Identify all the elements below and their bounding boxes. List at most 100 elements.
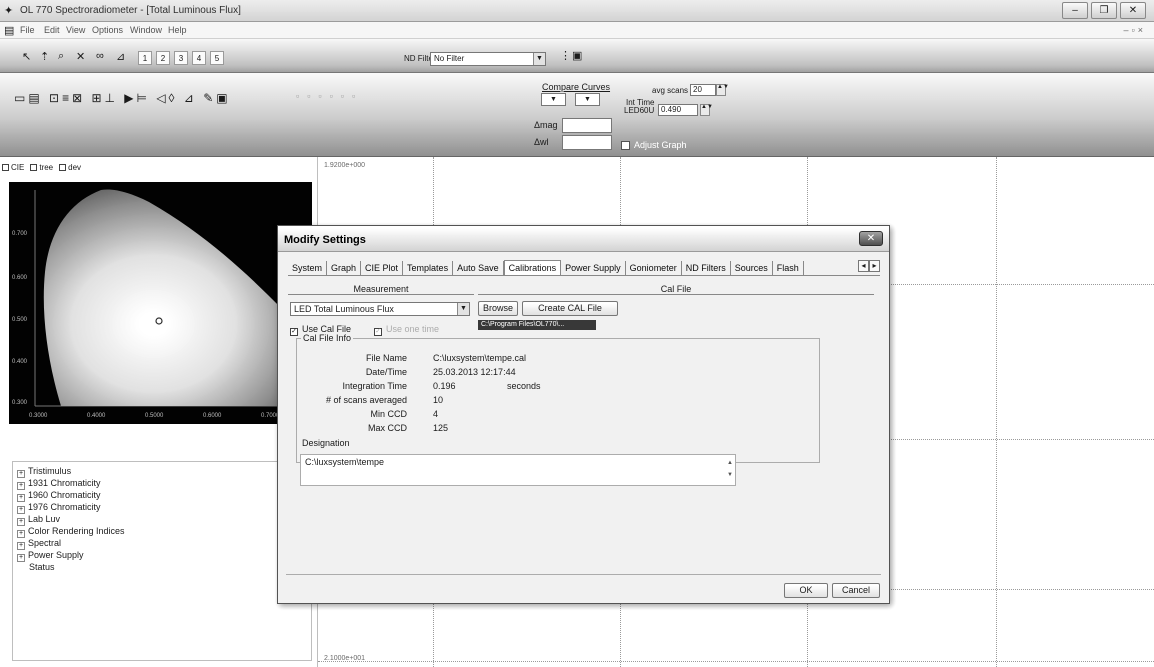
- secondary-toolbar: ▭▤ ⊡≡⊠ ⊞⊥ ▶⊨ ◁◊ ⊿ ✎▣ ▫▫▫▫▫▫ Compare Curv…: [0, 73, 1154, 157]
- menu-help[interactable]: Help: [168, 25, 187, 35]
- toolbar-number-4[interactable]: 4: [192, 51, 206, 65]
- int-time-input[interactable]: 0.490: [658, 104, 698, 116]
- glasses-icon[interactable]: ∞: [96, 50, 104, 62]
- menu-edit[interactable]: Edit: [44, 25, 60, 35]
- menu-file[interactable]: File: [20, 25, 35, 35]
- expand-icon[interactable]: +: [17, 494, 25, 502]
- menu-bar: ▤ File Edit View Options Window Help –▫×: [0, 22, 1154, 39]
- toolbar-number-2[interactable]: 2: [156, 51, 170, 65]
- grid-line: [996, 157, 997, 667]
- tab-system[interactable]: System: [288, 261, 328, 275]
- nd-filter-select[interactable]: No Filter ▼: [430, 52, 546, 66]
- tab-cie-plot[interactable]: CIE Plot: [361, 261, 404, 275]
- pointer-icon[interactable]: ⇡: [40, 50, 49, 63]
- int-time-spinner[interactable]: ▲▼: [700, 104, 713, 116]
- expand-icon[interactable]: +: [17, 542, 25, 550]
- menu-window[interactable]: Window: [130, 25, 162, 35]
- file-name-value: C:\luxsystem\tempe.cal: [433, 353, 527, 363]
- cursor-icon[interactable]: ↖: [22, 50, 31, 63]
- compare-curve-1-select[interactable]: ▼: [541, 93, 566, 106]
- chevron-down-icon: ▼: [457, 303, 469, 315]
- tab-scroll-right-icon[interactable]: ▸: [869, 260, 880, 272]
- toolbar-number-3[interactable]: 3: [174, 51, 188, 65]
- measurement-select[interactable]: LED Total Luminous Flux ▼: [290, 302, 470, 316]
- left-panel: 0.700 0.600 0.500 0.400 0.300 0.3000 0.4…: [0, 157, 318, 667]
- measurement-group-label: Measurement: [288, 284, 474, 295]
- compare-curve-2-select[interactable]: ▼: [575, 93, 600, 106]
- peak-icon[interactable]: ⊿: [116, 50, 125, 63]
- tree-item[interactable]: + Power Supply: [17, 550, 84, 562]
- tree-item[interactable]: + Lab Luv: [17, 514, 60, 526]
- date-time-label: Date/Time: [365, 367, 407, 377]
- measurement-tool-icons[interactable]: ▭▤ ⊡≡⊠ ⊞⊥ ▶⊨ ◁◊ ⊿ ✎▣: [14, 91, 231, 105]
- tree-item[interactable]: Status: [29, 562, 55, 572]
- delta-mag-label: Δmag: [534, 120, 558, 130]
- menu-options[interactable]: Options: [92, 25, 123, 35]
- dev-checkbox[interactable]: dev: [59, 163, 81, 172]
- checkbox-icon: [59, 164, 67, 171]
- ok-button[interactable]: OK: [784, 583, 828, 598]
- scrollbar-arrows-icon[interactable]: ▲ ▼: [727, 457, 733, 481]
- cie-checkbox[interactable]: CIE: [2, 163, 24, 172]
- tab-goniometer[interactable]: Goniometer: [626, 261, 682, 275]
- tree-item[interactable]: + Tristimulus: [17, 466, 71, 478]
- main-toolbar: ↖ ⇡ ⌕ ✕ ∞ ⊿ 1 2 3 4 5 ND Filter No Filte…: [0, 39, 1154, 73]
- minimize-button[interactable]: –: [1062, 2, 1088, 19]
- toolbar-number-5[interactable]: 5: [210, 51, 224, 65]
- modify-settings-dialog: Modify Settings ✕ System Graph CIE Plot Tem…: [277, 225, 890, 604]
- tree-item[interactable]: + Color Rendering Indices: [17, 526, 125, 538]
- tree-checkbox[interactable]: tree: [30, 163, 53, 172]
- designation-label: Designation: [302, 438, 350, 448]
- expand-icon[interactable]: +: [17, 470, 25, 478]
- zoom-icon[interactable]: ⌕: [58, 50, 64, 63]
- title-bar: ✦ OL 770 Spectroradiometer - [Total Lumi…: [0, 0, 1154, 22]
- expand-icon[interactable]: +: [17, 506, 25, 514]
- calendar-icon[interactable]: ▣: [572, 49, 582, 62]
- mdi-controls[interactable]: –▫×: [1124, 25, 1146, 35]
- tab-nd-filters[interactable]: ND Filters: [682, 261, 731, 275]
- tab-sources[interactable]: Sources: [731, 261, 773, 275]
- disabled-toolbar-icons: ▫▫▫▫▫▫: [296, 91, 364, 101]
- tab-scroll-left-icon[interactable]: ◂: [858, 260, 869, 272]
- chevron-down-icon: ▼: [533, 53, 545, 65]
- menu-view[interactable]: View: [66, 25, 85, 35]
- tab-auto-save[interactable]: Auto Save: [453, 261, 504, 275]
- cal-file-path: C:\Program Files\OL770\...: [478, 320, 596, 330]
- tree-item[interactable]: +1931 Chromaticity: [17, 478, 101, 490]
- expand-icon[interactable]: +: [17, 518, 25, 526]
- close-window-button[interactable]: ✕: [1120, 2, 1146, 19]
- delta-wl-input[interactable]: [562, 135, 612, 150]
- expand-icon[interactable]: +: [17, 530, 25, 538]
- toolbar-number-1[interactable]: 1: [138, 51, 152, 65]
- expand-icon[interactable]: +: [17, 482, 25, 490]
- date-time-value: 25.03.2013 12:17:44: [433, 367, 516, 377]
- tab-graph[interactable]: Graph: [327, 261, 362, 275]
- browse-button[interactable]: Browse: [478, 301, 518, 316]
- dialog-close-button[interactable]: ✕: [859, 231, 883, 246]
- tab-calibrations[interactable]: Calibrations: [503, 260, 562, 275]
- designation-field[interactable]: C:\luxsystem\tempe ▲ ▼: [300, 454, 736, 486]
- tree-item[interactable]: + Spectral: [17, 538, 61, 550]
- settings-tabs: System Graph CIE Plot Templates Auto Save Cal…: [288, 260, 880, 276]
- adjust-graph-checkbox[interactable]: [621, 141, 630, 150]
- checkbox-icon: [30, 164, 38, 171]
- avg-scans-input[interactable]: 20: [690, 84, 716, 96]
- create-cal-file-button[interactable]: Create CAL File: [522, 301, 618, 316]
- tab-power-supply[interactable]: Power Supply: [561, 261, 626, 275]
- cal-file-info-group: Cal File Info File Name C:\luxsystem\tem…: [296, 333, 820, 463]
- cie-plot-svg: 0.700 0.600 0.500 0.400 0.300 0.3000 0.4…: [12, 189, 309, 419]
- tab-templates[interactable]: Templates: [403, 261, 454, 275]
- maximize-button[interactable]: ❐: [1091, 2, 1117, 19]
- tab-flash[interactable]: Flash: [773, 261, 804, 275]
- results-tree: + Tristimulus +1931 Chromaticity +1960 Ch…: [12, 461, 312, 661]
- crosshair-icon[interactable]: ✕: [76, 50, 85, 63]
- tree-item[interactable]: +1960 Chromaticity: [17, 490, 101, 502]
- cancel-button[interactable]: Cancel: [832, 583, 880, 598]
- delta-mag-input[interactable]: [562, 118, 612, 133]
- dev-checkbox-label: dev: [68, 163, 82, 172]
- avg-scans-spinner[interactable]: ▲▼: [716, 84, 729, 96]
- nd-filter-value: No Filter: [434, 54, 465, 63]
- cie-options: CIE tree dev: [2, 163, 81, 172]
- tree-item[interactable]: +1976 Chromaticity: [17, 502, 101, 514]
- expand-icon[interactable]: +: [17, 554, 25, 562]
